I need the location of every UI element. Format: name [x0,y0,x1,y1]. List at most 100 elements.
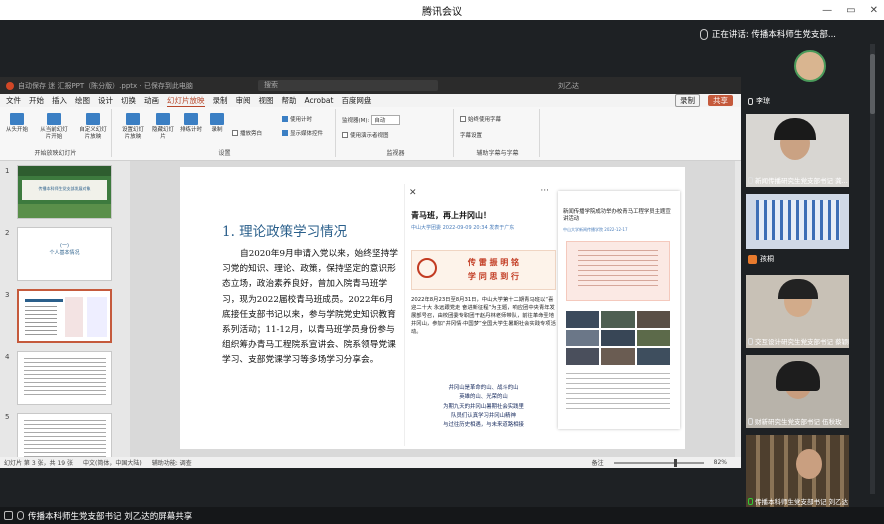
meeting-window: 腾讯会议 — ▭ ✕ 正在讲话: 传播本科师生党支部... 自动保存 迷 汇报P… [0,0,884,524]
app-title: 腾讯会议 [422,6,462,18]
subtitle-settings-button[interactable]: 字幕设置 [460,131,482,139]
thumb-number: 1 [5,167,10,175]
powerpoint-window: 自动保存 迷 汇报PPT（陈分版）.pptx · 已保存到此电脑 搜索 刘乙达 … [0,77,741,468]
menu-acrobat[interactable]: Acrobat [305,96,334,105]
menu-design[interactable]: 设计 [98,95,113,106]
participant-video-5[interactable]: 财新研究生党支部书记 伍秋玫 [746,355,849,428]
article-screenshot-1: ✕ ··· 青马班，再上井冈山！ 中山大学团委 2022-09-09 20:34… [404,184,559,446]
minimize-icon[interactable]: — [822,5,832,16]
window-controls: — ▭ ✕ [822,0,878,20]
participant-video-6[interactable]: 传播本科师生党支部书记 刘乙达 [746,435,849,508]
user-avatar-icon [748,254,757,264]
menu-view[interactable]: 视图 [259,95,274,106]
participant-name-6: 传播本科师生党支部书记 刘乙达 [748,496,848,506]
participant-name-1: 李琼 [748,96,770,106]
powerpoint-logo-icon [6,81,14,90]
notes-button[interactable]: 备注 [592,458,604,467]
article1-meta: 中山大学团委 2022-09-09 20:34 发表于广东 [411,225,515,231]
play-narration-checkbox[interactable]: 播放旁白 [232,129,262,137]
slide-heading: 1. 理论政策学习情况 [222,224,348,240]
menu-draw[interactable]: 绘图 [75,95,90,106]
article2-meta: 中山大学新闻传播学院 2022-12-17 [563,227,628,232]
screen-share-bar: 传播本科师生党支部书记 刘乙达的屏幕共享 [0,507,884,524]
checkbox-icon [232,130,238,136]
participant-name-5: 财新研究生党支部书记 伍秋玫 [748,416,842,426]
menu-insert[interactable]: 插入 [52,95,67,106]
ribbon-group-start-label: 开始放映幻灯片 [34,150,77,157]
monitor-select[interactable]: 监视器(M): 自动 [342,115,401,125]
menu-slideshow[interactable]: 幻灯片放映 [167,95,205,107]
scrollbar-thumb[interactable] [870,54,875,114]
participant-video-4[interactable]: 交互设计研究生党支部书记 蔡颖晴 [746,275,849,348]
slide-info: 幻灯片 第 3 张，共 19 张 [4,460,73,467]
article2-title: 新闻传播学院成功举办校青马工程学员主题宣讲活动 [563,209,671,222]
menu-review[interactable]: 审阅 [236,95,251,106]
article2-poster [566,241,670,301]
close-icon[interactable]: ✕ [870,5,878,16]
custom-show-button[interactable]: 自定义幻灯片放映 [78,113,108,141]
share-button[interactable]: 共享 [708,95,733,106]
menu-record[interactable]: 录制 [213,95,228,106]
ribbon-group-monitor-label: 监视器 [386,150,405,157]
zoom-slider[interactable] [613,458,704,467]
participant-video-2[interactable]: 新闻传播研究生党支部书记 龚... [746,114,849,187]
presenter-view-checkbox[interactable]: 使用演示者视图 [342,131,389,139]
use-timings-checkbox[interactable]: 使用计时 [282,115,312,123]
thumb-number: 4 [5,353,10,361]
participant-scrollbar[interactable] [870,44,875,494]
participant-name-4: 交互设计研究生党支部书记 蔡颖晴 [748,336,849,346]
participant-video-3[interactable] [746,194,849,249]
checkbox-icon [342,132,348,138]
ppt-search-box[interactable]: 搜索 [258,80,438,91]
article1-title: 青马班，再上井冈山！ [411,211,491,220]
university-seal-icon [417,258,437,278]
rehearse-button[interactable]: 排练计时 [178,113,204,134]
language-indicator: 中文(简体，中国大陆) [83,460,142,467]
thumbnail-slide-1[interactable]: 传播本科师生党支部发展对象 [17,165,112,219]
record-button[interactable]: 录制 [675,94,700,107]
from-beginning-button[interactable]: 从头开始 [4,113,30,134]
participant-avatar[interactable] [794,50,826,82]
article2-photo-grid [566,311,670,365]
speaking-label: 正在讲话: 传播本科师生党支部... [711,30,836,40]
article1-para: 2022年8月23日至8月31日，中山大学第十二期青马班以“喜迎二十大 永远跟党… [411,297,556,335]
ribbon-group-subtitles: 始终使用字幕 字幕设置 辅助字幕与字幕 [456,109,540,157]
ribbon-group-start: 从头开始 从当前幻灯片开始 自定义幻灯片放映 开始放映幻灯片 [0,109,112,157]
thumb-number: 3 [5,291,10,299]
hide-slide-button[interactable]: 隐藏幻灯片 [150,113,176,141]
ppt-title-bar: 自动保存 迷 汇报PPT（陈分版）.pptx · 已保存到此电脑 搜索 刘乙达 [0,77,741,94]
restore-icon[interactable]: ▭ [846,5,855,16]
menu-file[interactable]: 文件 [6,95,21,106]
speaking-indicator: 正在讲话: 传播本科师生党支部... [699,26,836,42]
current-slide[interactable]: 1. 理论政策学习情况 自2020年9月申请入党以来，始终坚持学习党的知识、理论… [180,167,685,449]
accessibility-indicator[interactable]: 辅助功能: 调查 [152,458,192,467]
microphone-icon [17,511,24,520]
participant-name-2: 新闻传播研究生党支部书记 龚... [748,175,848,185]
setup-show-button[interactable]: 设置幻灯片放映 [120,113,146,141]
screen-share-label: 传播本科师生党支部书记 刘乙达的屏幕共享 [28,511,193,522]
menu-help[interactable]: 帮助 [282,95,297,106]
ppt-status-bar: 幻灯片 第 3 张，共 19 张 中文(简体，中国大陆) 辅助功能: 调查 备注… [0,457,741,468]
article-screenshot-2: 新闻传播学院成功举办校青马工程学员主题宣讲活动 中山大学新闻传播学院 2022-… [558,191,680,429]
show-media-controls-checkbox[interactable]: 显示媒体控件 [282,129,323,137]
play-current-icon [47,113,61,125]
menu-home[interactable]: 开始 [29,95,44,106]
thumb-number: 5 [5,413,10,421]
record-slide-button[interactable]: 录制 [204,113,230,134]
play-icon [10,113,24,125]
from-current-button[interactable]: 从当前幻灯片开始 [38,113,70,141]
menu-animations[interactable]: 动画 [144,95,159,106]
ppt-menu-bar: 文件 开始 插入 绘图 设计 切换 动画 幻灯片放映 录制 审阅 视图 帮助 A… [0,94,741,107]
always-subtitles-checkbox[interactable]: 始终使用字幕 [460,115,501,123]
zoom-level[interactable]: 82% [714,459,727,466]
thumbnail-slide-4[interactable] [17,351,112,405]
thumbnail-slide-3[interactable] [17,289,112,343]
menu-baidu[interactable]: 百度网盘 [341,95,371,106]
thumbnail-slide-2[interactable]: (一) 个人基本情况 [17,227,112,281]
menu-transitions[interactable]: 切换 [121,95,136,106]
participant-list: 李琼 新闻传播研究生党支部书记 龚... 孩桐 交互设计研究生党支部书记 蔡颖晴… [746,44,879,514]
ribbon-group-subtitles-label: 辅助字幕与字幕 [476,150,519,157]
ribbon: 从头开始 从当前幻灯片开始 自定义幻灯片放映 开始放映幻灯片 设置幻灯片放映 隐… [0,107,741,161]
title-bar: 腾讯会议 — ▭ ✕ [0,0,884,20]
thumb-number: 2 [5,229,10,237]
